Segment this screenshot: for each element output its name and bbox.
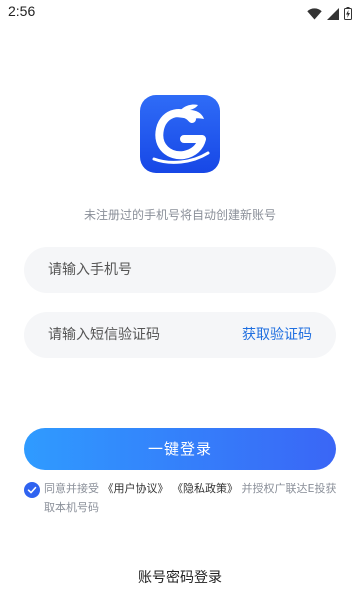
status-bar: 2:56 [0, 0, 360, 24]
status-time: 2:56 [8, 3, 36, 19]
battery-icon [344, 5, 352, 24]
check-icon [27, 486, 37, 494]
login-screen: 2:56 未注册过的手机号将自动创建新账号 请输入手机号 请输入短信验证码 获取… [0, 0, 360, 600]
signal-icon [327, 5, 339, 24]
app-logo [140, 95, 220, 173]
get-code-button[interactable]: 获取验证码 [242, 312, 312, 358]
wifi-icon [307, 5, 322, 24]
user-agreement-link[interactable]: 《用户协议》 [103, 482, 169, 495]
sms-code-input[interactable] [48, 312, 238, 358]
agree-checkbox[interactable] [24, 482, 40, 498]
privacy-policy-link[interactable]: 《隐私政策》 [172, 482, 238, 495]
agreement-text: 同意并接受 《用户协议》 《隐私政策》 并授权广联达E投获取本机号码 [44, 479, 338, 517]
password-login-link[interactable]: 账号密码登录 [0, 567, 360, 587]
phone-input[interactable] [48, 247, 238, 293]
phone-field [24, 247, 336, 293]
one-click-login-button[interactable]: 一键登录 [24, 428, 336, 470]
dragon-g-logo-icon [152, 104, 210, 164]
auto-register-hint: 未注册过的手机号将自动创建新账号 [83, 208, 276, 222]
agreement-prefix: 同意并接受 [44, 482, 99, 495]
status-icons [307, 5, 352, 24]
sms-code-field: 获取验证码 [24, 312, 336, 358]
